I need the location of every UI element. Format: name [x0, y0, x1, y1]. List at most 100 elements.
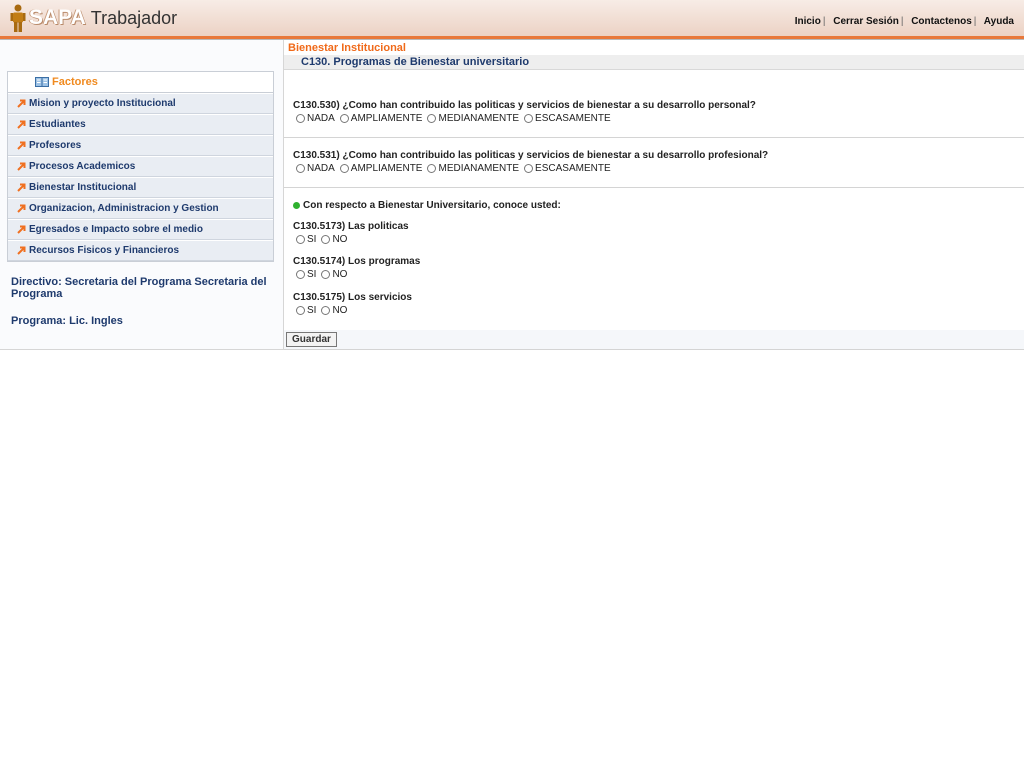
option-escasamente[interactable]: ESCASAMENTE: [524, 163, 611, 174]
factors-title: Factores: [52, 76, 98, 88]
sidebar-item-label: Profesores: [29, 140, 82, 151]
nav-separator: |: [973, 16, 977, 27]
radio-button[interactable]: [339, 164, 349, 173]
radio-button[interactable]: [296, 235, 305, 244]
option-label: NO: [332, 269, 348, 280]
question-options: SI NO: [296, 269, 352, 280]
sidebar-item-label: Egresados e Impacto sobre el medio: [29, 224, 203, 235]
factors-menu: Factores Mision y proyecto Institucional…: [7, 71, 274, 262]
directivo-label: Directivo: Secretaria del Programa Secre…: [11, 276, 267, 300]
option-nada[interactable]: NADA: [296, 163, 335, 174]
radio-button[interactable]: [427, 164, 437, 173]
option-label: AMPLIAMENTE: [350, 113, 423, 124]
option-label: MEDIANAMENTE: [438, 163, 520, 174]
option-label: ESCASAMENTE: [535, 163, 611, 174]
option-label: MEDIANAMENTE: [438, 113, 520, 124]
option-si[interactable]: SI: [296, 234, 316, 245]
option-nada[interactable]: NADA: [296, 113, 335, 124]
sidebar-item-egresados[interactable]: Egresados e Impacto sobre el medio: [8, 219, 273, 240]
radio-button[interactable]: [524, 164, 534, 173]
intro-text: Con respecto a Bienestar Universitario, …: [303, 200, 561, 211]
question-block: C130.530) ¿Como han contribuido las poli…: [284, 70, 1024, 138]
sidebar-item-profesores[interactable]: Profesores: [8, 135, 273, 156]
sidebar-item-mision[interactable]: Mision y proyecto Institucional: [8, 93, 273, 114]
arrow-icon: [17, 225, 26, 234]
sidebar-item-estudiantes[interactable]: Estudiantes: [8, 114, 273, 135]
nav-cerrar-sesion-link[interactable]: Cerrar Sesión: [833, 16, 899, 27]
page-subtitle: C130. Programas de Bienestar universitar…: [301, 56, 530, 68]
option-si[interactable]: SI: [296, 305, 316, 316]
option-label: NADA: [307, 113, 335, 124]
question-text: C130.5174) Los programas: [293, 256, 421, 267]
question-text: C130.5175) Los servicios: [293, 292, 412, 303]
factors-heading: Factores: [8, 72, 273, 93]
option-medianamente[interactable]: MEDIANAMENTE: [427, 113, 519, 124]
option-ampliamente[interactable]: AMPLIAMENTE: [339, 113, 423, 124]
radio-button[interactable]: [321, 306, 331, 315]
radio-button[interactable]: [296, 270, 305, 279]
sidebar-item-organizacion[interactable]: Organizacion, Administracion y Gestion: [8, 198, 273, 219]
sidebar: Factores Mision y proyecto Institucional…: [0, 40, 284, 350]
save-button[interactable]: Guardar: [286, 332, 337, 347]
sidebar-item-label: Recursos Fisicos y Financieros: [29, 245, 180, 256]
radio-button[interactable]: [296, 164, 305, 173]
radio-button[interactable]: [321, 270, 331, 279]
option-label: SI: [307, 305, 317, 316]
question-text: C130.530) ¿Como han contribuido las poli…: [293, 100, 756, 111]
radio-button[interactable]: [524, 114, 534, 123]
subtitle-bar: C130. Programas de Bienestar universitar…: [284, 55, 1024, 70]
radio-button[interactable]: [427, 114, 437, 123]
arrow-icon: [17, 246, 26, 255]
sidebar-item-label: Bienestar Institucional: [29, 182, 137, 193]
sidebar-item-bienestar[interactable]: Bienestar Institucional: [8, 177, 273, 198]
option-si[interactable]: SI: [296, 269, 316, 280]
option-no[interactable]: NO: [321, 234, 347, 245]
arrow-icon: [17, 141, 26, 150]
logo-app-text: Trabajador: [90, 7, 178, 28]
option-label: ESCASAMENTE: [535, 113, 611, 124]
app-logo[interactable]: SAPA Trabajador: [10, 4, 177, 32]
nav-ayuda-link[interactable]: Ayuda: [984, 16, 1014, 27]
person-icon: [10, 4, 26, 32]
question-block: C130.531) ¿Como han contribuido las poli…: [284, 137, 1024, 188]
nav-contactenos-link[interactable]: Contactenos: [911, 16, 972, 27]
top-nav: Inicio | Cerrar Sesión | Contactenos | Ayud…: [795, 16, 1014, 27]
sidebar-item-recursos[interactable]: Recursos Fisicos y Financieros: [8, 240, 273, 261]
sidebar-item-label: Organizacion, Administracion y Gestion: [29, 203, 219, 214]
programa-label: Programa: Lic. Ingles: [11, 315, 123, 327]
option-label: NO: [332, 305, 348, 316]
option-ampliamente[interactable]: AMPLIAMENTE: [339, 163, 422, 174]
book-icon: [35, 77, 49, 87]
option-label: NO: [332, 234, 348, 245]
question-options: SI NO: [296, 234, 352, 245]
nav-inicio-link[interactable]: Inicio: [795, 16, 821, 27]
question-text: C130.5173) Las politicas: [293, 221, 409, 232]
arrow-icon: [17, 162, 26, 171]
sidebar-item-procesos[interactable]: Procesos Academicos: [8, 156, 273, 177]
arrow-icon: [17, 99, 26, 108]
question-text: C130.531) ¿Como han contribuido las poli…: [293, 150, 769, 161]
option-label: NADA: [307, 163, 335, 174]
question-options: NADA AMPLIAMENTE MEDIANAMENTE ESCASAMENT…: [296, 163, 616, 174]
option-label: SI: [307, 234, 317, 245]
nav-separator: |: [900, 16, 904, 27]
option-no[interactable]: NO: [321, 269, 347, 280]
section-title: Bienestar Institucional: [288, 42, 406, 54]
radio-button[interactable]: [296, 114, 305, 123]
radio-button[interactable]: [321, 235, 331, 244]
form-footer: Guardar: [284, 330, 1024, 350]
arrow-icon: [17, 183, 26, 192]
sidebar-item-label: Estudiantes: [29, 119, 86, 130]
radio-button[interactable]: [296, 306, 305, 315]
arrow-icon: [17, 120, 26, 129]
sidebar-item-label: Procesos Academicos: [29, 161, 136, 172]
logo-sapa-text: SAPA: [29, 6, 86, 29]
radio-button[interactable]: [339, 114, 349, 123]
sidebar-item-label: Mision y proyecto Institucional: [29, 98, 176, 109]
option-medianamente[interactable]: MEDIANAMENTE: [427, 163, 519, 174]
option-no[interactable]: NO: [321, 305, 347, 316]
option-label: SI: [307, 269, 317, 280]
group-intro: Con respecto a Bienestar Universitario, …: [293, 200, 561, 211]
nav-separator: |: [822, 16, 826, 27]
option-escasamente[interactable]: ESCASAMENTE: [524, 113, 611, 124]
